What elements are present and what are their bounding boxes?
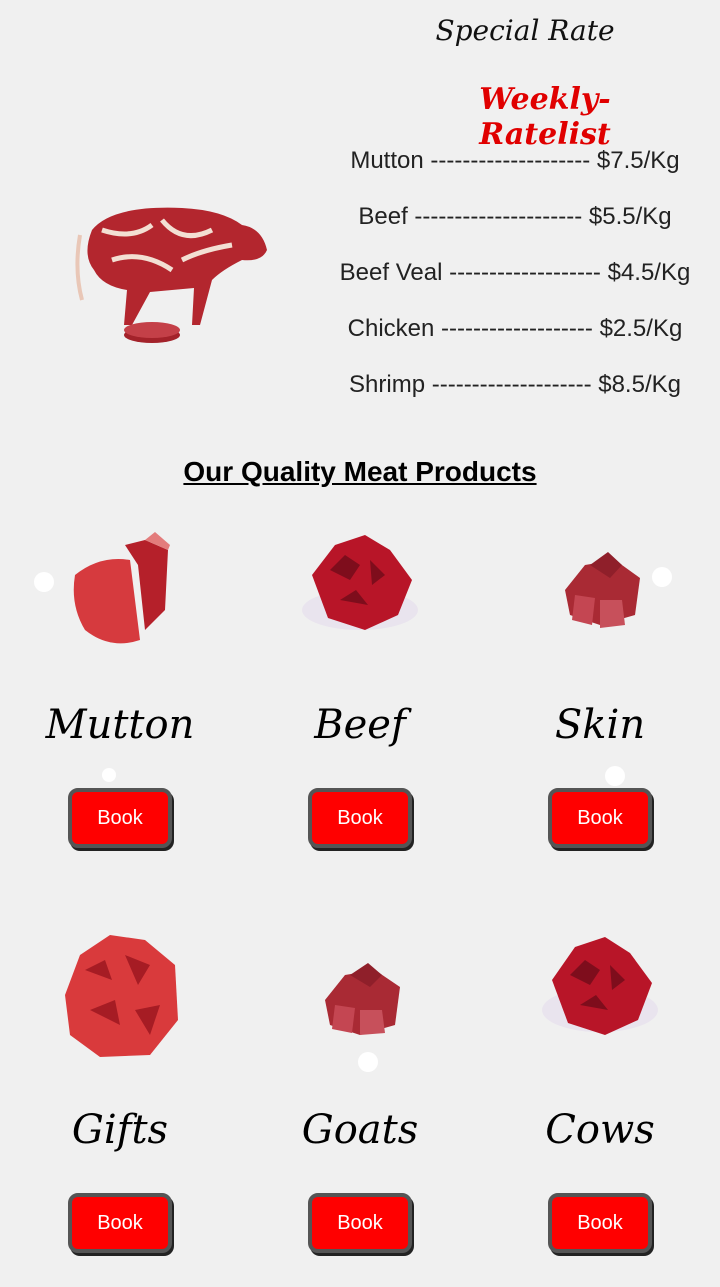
rate-list: Mutton -------------------- $7.5/Kg Beef…: [330, 140, 700, 420]
products-title: Our Quality Meat Products: [183, 456, 537, 487]
product-name: Gifts: [71, 1107, 169, 1153]
decorative-dot: [605, 766, 625, 786]
goats-meat-image: [325, 963, 400, 1035]
book-button-gifts[interactable]: Book: [68, 1193, 172, 1253]
skin-meat-image: [565, 552, 640, 628]
beef-meat-image: [302, 535, 418, 630]
product-card-gifts: Gifts Book: [0, 925, 240, 1285]
product-card-skin: Skin Book: [480, 520, 720, 880]
book-button-cows[interactable]: Book: [548, 1193, 652, 1253]
product-card-beef: Beef Book: [240, 520, 480, 880]
product-name: Goats: [301, 1107, 419, 1153]
rate-item-beef: Beef --------------------- $5.5/Kg: [358, 203, 672, 230]
cows-meat-image: [542, 937, 658, 1035]
product-card-goats: Goats Book: [240, 925, 480, 1285]
rate-item-shrimp: Shrimp -------------------- $8.5/Kg: [349, 371, 681, 398]
product-name: Skin: [554, 702, 646, 748]
rate-item-beef-veal: Beef Veal ------------------- $4.5/Kg: [339, 259, 691, 286]
product-name: Beef: [314, 702, 406, 748]
meat-cow-image: [75, 207, 267, 343]
decorative-dot: [358, 1052, 378, 1072]
rate-title: Special Rate: [435, 14, 615, 47]
decorative-dot: [652, 567, 672, 587]
mutton-meat-image: [73, 532, 170, 644]
book-button-beef[interactable]: Book: [308, 788, 412, 848]
gifts-meat-image: [65, 935, 178, 1057]
decorative-dot: [102, 768, 116, 782]
book-button-skin[interactable]: Book: [548, 788, 652, 848]
product-name: Cows: [545, 1107, 655, 1153]
book-button-mutton[interactable]: Book: [68, 788, 172, 848]
book-button-goats[interactable]: Book: [308, 1193, 412, 1253]
rate-item-mutton: Mutton -------------------- $7.5/Kg: [350, 147, 680, 174]
product-name: Mutton: [45, 702, 195, 748]
decorative-dot: [34, 572, 54, 592]
rate-item-chicken: Chicken ------------------- $2.5/Kg: [347, 315, 683, 342]
product-card-cows: Cows Book: [480, 925, 720, 1285]
